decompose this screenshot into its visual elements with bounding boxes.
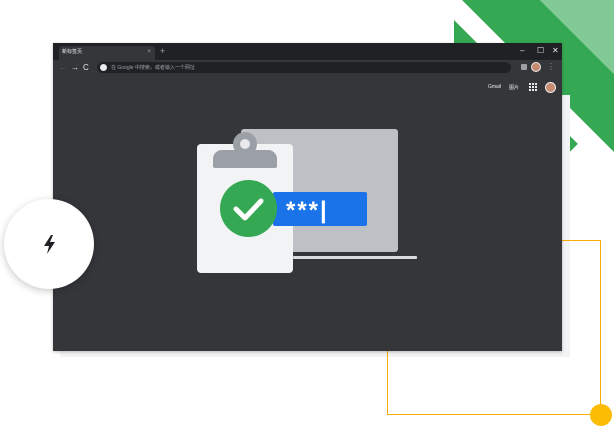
gmail-link[interactable]: Gmail: [488, 84, 501, 90]
account-avatar[interactable]: [545, 82, 556, 93]
tab-new-tab[interactable]: 新标签页 ×: [59, 46, 155, 60]
forward-button[interactable]: →: [71, 63, 79, 72]
lightning-badge: [4, 199, 94, 289]
profile-avatar[interactable]: [531, 62, 541, 72]
toolbar: ← → C 在 Google 中搜索，或者输入一个网址 ⋮: [53, 60, 562, 75]
tab-bar: 新标签页 × + – ☐ ✕: [53, 43, 562, 60]
back-button[interactable]: ←: [59, 63, 67, 72]
clipboard-clip-hole: [240, 139, 250, 149]
reload-button[interactable]: C: [83, 63, 89, 72]
menu-icon[interactable]: ⋮: [547, 62, 555, 72]
address-bar-placeholder: 在 Google 中搜索，或者输入一个网址: [111, 65, 195, 71]
lightning-bolt-icon: [44, 235, 55, 254]
check-icon: [233, 198, 264, 221]
address-bar[interactable]: 在 Google 中搜索，或者输入一个网址: [97, 62, 511, 73]
tab-title: 新标签页: [62, 49, 83, 55]
apps-grid-icon[interactable]: [529, 83, 537, 91]
clipboard-clip: [213, 150, 277, 168]
check-badge: [220, 180, 277, 237]
yellow-dot: [590, 404, 612, 426]
minimize-button[interactable]: –: [520, 46, 524, 55]
maximize-button[interactable]: ☐: [537, 46, 544, 55]
new-tab-button[interactable]: +: [160, 46, 165, 56]
google-icon: [100, 64, 107, 71]
password-mask: ***|: [286, 197, 329, 224]
extension-icon[interactable]: [521, 64, 527, 70]
laptop-base: [293, 256, 417, 259]
tab-close-icon[interactable]: ×: [147, 48, 151, 56]
close-window-button[interactable]: ✕: [552, 46, 559, 55]
images-link[interactable]: 图片: [509, 84, 519, 91]
